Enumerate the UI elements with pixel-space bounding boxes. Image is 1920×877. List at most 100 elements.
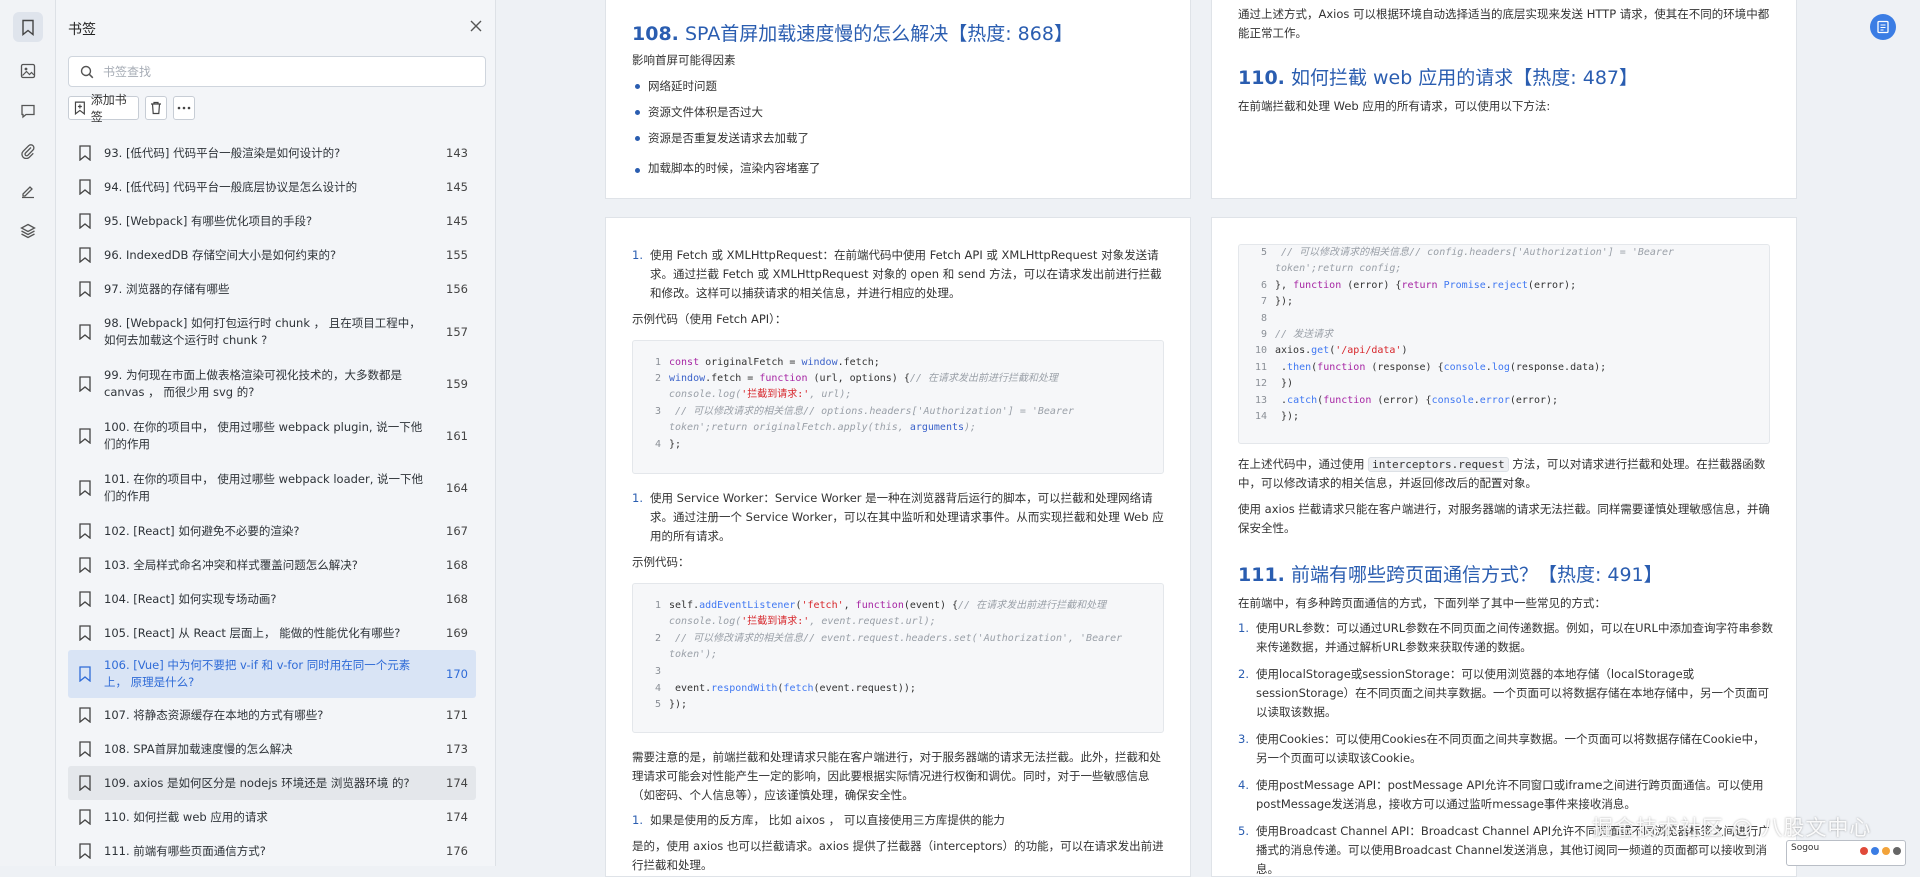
bookmark-page: 174 [446,810,468,824]
more-options-button[interactable] [173,96,195,120]
list-number: 1. [1238,621,1249,635]
bookmark-item[interactable]: 100. 在你的项目中， 使用过哪些 webpack plugin, 说一下他们… [68,410,476,462]
paragraph: 示例代码（使用 Fetch API）： [632,312,787,326]
bookmark-item[interactable]: 104. [React] 如何实现专场动画? 168 [68,582,476,616]
pdf-page: 5 // 可以修改请求的相关信息// config.headers['Autho… [1211,217,1797,877]
bookmark-list: 93. [低代码] 代码平台一般渲染是如何设计的? 143 94. [低代码] 代… [68,136,476,868]
paragraph: 使用URL参数：可以通过URL参数在不同页面之间传递数据。例如，可以在URL中添… [1256,621,1773,654]
bullet-icon [635,110,640,115]
bookmark-item[interactable]: 96. IndexedDB 存储空间大小是如何约束的? 155 [68,238,476,272]
bookmark-item[interactable]: 98. [Webpack] 如何打包运行时 chunk ， 且在项目工程中，如何… [68,306,476,358]
paragraph: 在上述代码中，通过使用 interceptors.request 方法，可以对请… [1238,455,1774,493]
bookmark-panel-button[interactable] [13,12,43,42]
paragraph: 示例代码： [632,555,690,569]
bookmark-item[interactable]: 102. [React] 如何避免不必要的渲染? 167 [68,514,476,548]
paragraph: 使用 Fetch 或 XMLHttpRequest：在前端代码中使用 Fetch… [650,248,1162,300]
code-line: 8 [1260,313,1267,324]
bookmark-item[interactable]: 95. [Webpack] 有哪些优化项目的手段? 145 [68,204,476,238]
signature-panel-button[interactable] [13,176,43,206]
bookmark-item[interactable]: 108. SPA首屏加载速度慢的怎么解决 173 [68,732,476,766]
bookmark-item[interactable]: 99. 为何现在市面上做表格渲染可视化技术的，大多数都是 canvas ， 而很… [68,358,476,410]
code-line: 2 // 可以修改请求的相关信息// event.request.headers… [654,633,1123,644]
bookmark-icon [79,557,91,573]
add-bookmark-icon [74,101,85,115]
bookmark-item-hovered[interactable]: 109. axios 是如何区分是 nodejs 环境还是 浏览器环境 的? 17… [68,766,476,800]
add-bookmark-button[interactable]: 添加书签 [68,93,139,124]
close-panel-button[interactable] [466,16,486,36]
list-number: 3. [1238,732,1249,746]
code-line: 1 const originalFetch = window.fetch; [654,357,880,368]
code-line: 9// 发送请求 [1260,329,1334,340]
bookmark-label: 95. [Webpack] 有哪些优化项目的手段? [104,213,313,228]
bookmark-icon [79,523,91,539]
bookmark-icon [79,666,91,682]
bookmark-item[interactable]: 111. 前端有哪些页面通信方式? 176 [68,834,476,868]
list-number: 1. [632,813,643,827]
bullet-text: 资源文件体积是否过大 [648,105,763,119]
bookmark-icon [22,19,34,36]
paragraph: 需要注意的是，前端拦截和处理请求只能在客户端进行，对于服务器端的请求无法拦截。此… [632,750,1161,802]
bookmark-item[interactable]: 107. 将静态资源缓存在本地的方式有哪些? 171 [68,698,476,732]
bookmark-item[interactable]: 105. [React] 从 React 层面上， 能做的性能优化有哪些? 169 [68,616,476,650]
layers-icon [20,223,36,239]
code-line: console.log('拦截到请求:', url); [669,389,852,400]
attachment-panel-button[interactable] [13,136,43,166]
translate-float-button[interactable] [1870,14,1896,40]
code-line: token';return config; [1275,263,1402,274]
inline-code: interceptors.request [1368,457,1509,472]
bookmark-icon [79,809,91,825]
bookmark-item[interactable]: 103. 全局样式命名冲突和样式覆盖问题怎么解决? 168 [68,548,476,582]
paragraph: 使用 axios 拦截请求只能在客户端进行，对服务器端的请求无法拦截。同样需要谨… [1238,502,1770,535]
bookmark-icon [79,707,91,723]
comment-panel-button[interactable] [13,96,43,126]
bookmark-label: 98. [Webpack] 如何打包运行时 chunk ， 且在项目工程中，如何… [104,316,421,347]
bookmark-label: 96. IndexedDB 存储空间大小是如何约束的? [104,247,337,262]
list-number: 1. [632,248,643,262]
list-number: 2. [1238,667,1249,681]
paragraph: 使用 Service Worker：Service Worker 是一种在浏览器… [650,491,1164,543]
thumbnail-panel-button[interactable] [13,56,43,86]
bookmark-label: 93. [低代码] 代码平台一般渲染是如何设计的? [104,145,341,160]
more-icon [177,106,191,110]
add-bookmark-label: 添加书签 [90,93,127,124]
bookmark-page: 157 [446,325,468,339]
delete-bookmark-button[interactable] [145,96,167,120]
layers-panel-button[interactable] [13,216,43,246]
comment-icon [21,104,35,119]
bookmark-label: 106. [Vue] 中为何不要把 v-if 和 v-for 同时用在同一个元素… [104,658,411,689]
bookmark-item[interactable]: 93. [低代码] 代码平台一般渲染是如何设计的? 143 [68,136,476,170]
bookmark-label: 103. 全局样式命名冲突和样式覆盖问题怎么解决? [104,557,358,572]
bookmark-search-input[interactable] [103,63,473,81]
code-line: 6}, function (error) {return Promise.rej… [1260,280,1577,291]
pen-icon [22,186,34,199]
bullet-text: 资源是否重复发送请求去加载了 [648,131,809,145]
bookmark-search [68,56,486,87]
bookmark-label: 104. [React] 如何实现专场动画? [104,591,277,606]
bookmark-label: 110. 如何拦截 web 应用的请求 [104,809,268,824]
bookmark-label: 101. 在你的项目中， 使用过哪些 webpack loader, 说一下他们… [104,472,424,503]
bookmark-item[interactable]: 94. [低代码] 代码平台一般底层协议是怎么设计的 145 [68,170,476,204]
bookmark-page: 161 [446,429,468,443]
bookmark-page: 156 [446,282,468,296]
bookmark-item[interactable]: 110. 如何拦截 web 应用的请求 174 [68,800,476,834]
bookmark-label: 108. SPA首屏加载速度慢的怎么解决 [104,741,293,756]
code-line: 3 [654,666,661,677]
bookmark-label: 107. 将静态资源缓存在本地的方式有哪些? [104,707,324,722]
paragraph: 通过上述方式，Axios 可以根据环境自动选择适当的底层实现来发送 HTTP 请… [1238,7,1770,40]
code-block: 5 // 可以修改请求的相关信息// config.headers['Autho… [1238,244,1770,444]
bookmark-item[interactable]: 101. 在你的项目中， 使用过哪些 webpack loader, 说一下他们… [68,462,476,514]
bookmark-page: 171 [446,708,468,722]
bookmark-item[interactable]: 97. 浏览器的存储有哪些 156 [68,272,476,306]
bookmark-icon [79,213,91,229]
bookmark-label: 111. 前端有哪些页面通信方式? [104,843,266,858]
code-line: console.log('拦截到请求:', event.request.url)… [669,616,936,627]
bookmark-item-selected[interactable]: 106. [Vue] 中为何不要把 v-if 和 v-for 同时用在同一个元素… [68,650,476,698]
bookmark-icon [79,591,91,607]
ime-toolbar[interactable]: Sogou [1786,840,1906,866]
bookmark-page: 168 [446,592,468,606]
code-line: 13 .catch(function (error) {console.erro… [1254,395,1559,406]
bookmark-label: 109. axios 是如何区分是 nodejs 环境还是 浏览器环境 的? [104,775,410,790]
paragraph: 使用Cookies：可以使用Cookies在不同页面之间共享数据。一个页面可以将… [1256,732,1765,765]
bookmark-icon [79,247,91,263]
bookmark-page: 159 [446,377,468,391]
